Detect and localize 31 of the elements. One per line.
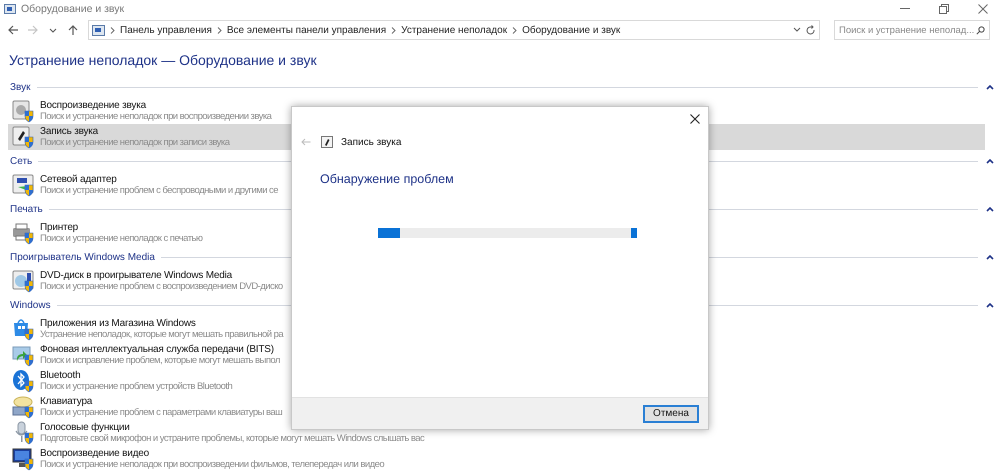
item-description: Поиск и устранение неполадок с печатью: [40, 233, 202, 244]
item-description: Поиск и устранение неполадок при воспроизведении звука: [40, 111, 272, 122]
section-title: Windows: [10, 300, 51, 310]
item-title: Голосовые функции: [40, 422, 131, 433]
item-description: Поиск и устранение проблем с воспроизведением DVD-диско: [40, 281, 283, 292]
item-title: Запись звука: [40, 126, 100, 137]
section-title: Печать: [10, 204, 43, 214]
item-description: Поиск и устранение неполадок при воспроизведении фильмов, телепередач или видео: [40, 459, 384, 470]
item-description: Поиск и устранение неполадок при записи звука: [40, 137, 230, 148]
section-title: Звук: [10, 82, 31, 92]
item-title: Фоновая интеллектуальная служба передачи (BITS): [40, 344, 275, 355]
page-heading: Устранение неполадок — Оборудование и звук: [9, 52, 318, 70]
item-description: Поиск и исправление проблем, которые могут мешать выпол: [40, 355, 280, 366]
window-title: Оборудование и звук: [21, 3, 124, 15]
item-title: Принтер: [40, 222, 80, 233]
item-description: Поиск и устранение проблем с беспроводными и другими се: [40, 185, 278, 196]
item-title: Bluetooth: [40, 370, 82, 381]
item-title: Клавиатура: [40, 396, 94, 407]
dialog-title: Запись звука: [341, 136, 402, 148]
item-title: Воспроизведение видео: [40, 448, 150, 459]
item-title: DVD-диск в проигрывателе Windows Media: [40, 270, 234, 281]
section-title: Сеть: [10, 156, 32, 166]
section-title: Проигрыватель Windows Media: [10, 252, 155, 262]
item-description: Устранение неполадок, которые могут мешать правильной ра: [40, 329, 284, 340]
item-description: Поиск и устранение проблем с параметрами клавиатуры ваш: [40, 407, 282, 418]
item-title: Сетевой адаптер: [40, 174, 118, 185]
item-title: Приложения из Магазина Windows: [40, 318, 197, 329]
item-title: Воспроизведение звука: [40, 100, 148, 111]
item-description: Поиск и устранение проблем устройств Bluetooth: [40, 381, 232, 392]
item-description: Подготовьте свой микрофон и устраните проблемы, которые могут мешать Windows слышать вас: [40, 433, 424, 444]
dialog-heading: Обнаружение проблем: [320, 172, 455, 186]
